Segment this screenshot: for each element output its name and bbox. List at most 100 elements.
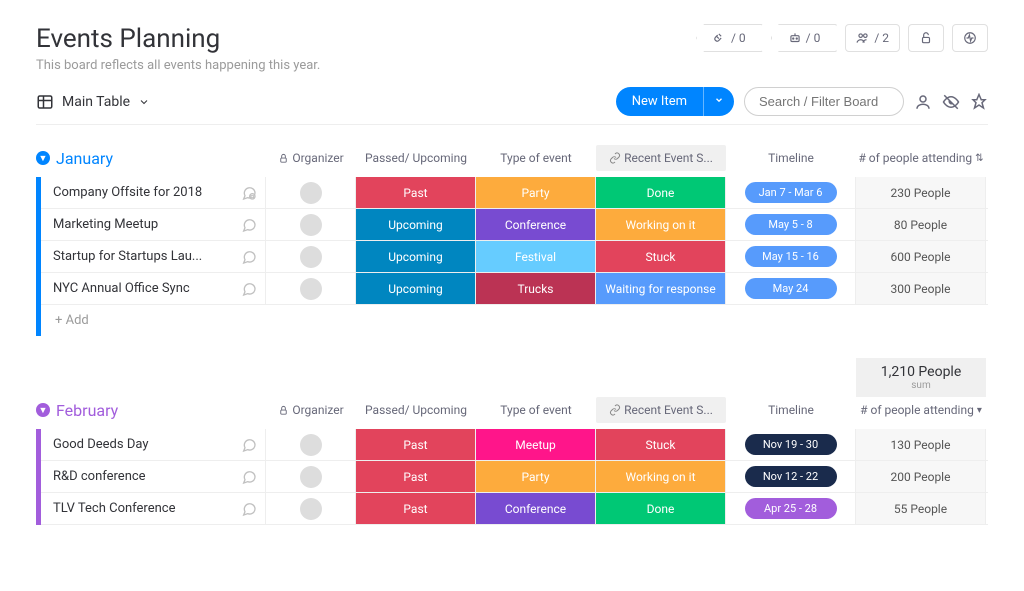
timeline-cell[interactable]: May 24 bbox=[726, 273, 856, 304]
type-cell[interactable]: Party bbox=[476, 461, 596, 492]
integration-chip-2[interactable]: / 0 bbox=[771, 24, 838, 52]
status-cell[interactable]: Stuck bbox=[596, 429, 726, 460]
plug-icon bbox=[713, 31, 727, 45]
passed-cell[interactable]: Past bbox=[356, 177, 476, 208]
conversation-button[interactable] bbox=[241, 469, 257, 485]
col-passed[interactable]: Passed/ Upcoming bbox=[356, 397, 476, 423]
sort-icon[interactable]: ▾ bbox=[977, 405, 982, 416]
status-cell[interactable]: Done bbox=[596, 177, 726, 208]
new-item-caret[interactable] bbox=[703, 87, 734, 116]
organizer-cell[interactable] bbox=[266, 429, 356, 460]
activity-chip[interactable] bbox=[952, 24, 988, 52]
organizer-cell[interactable] bbox=[266, 273, 356, 304]
group-name: January bbox=[56, 149, 113, 168]
people-cell[interactable]: 200 People bbox=[856, 461, 986, 492]
type-cell[interactable]: Trucks bbox=[476, 273, 596, 304]
people-cell[interactable]: 80 People bbox=[856, 209, 986, 240]
person-filter[interactable] bbox=[914, 93, 932, 111]
conversation-button[interactable] bbox=[241, 185, 257, 201]
table-row[interactable]: TLV Tech Conference Past Conference Done… bbox=[41, 493, 988, 525]
passed-cell[interactable]: Upcoming bbox=[356, 273, 476, 304]
conversation-button[interactable] bbox=[241, 437, 257, 453]
group-toggle[interactable]: ▼ January bbox=[36, 149, 266, 168]
status-cell[interactable]: Working on it bbox=[596, 209, 726, 240]
integration-chip-1[interactable]: / 0 bbox=[696, 24, 763, 52]
view-selector[interactable]: Main Table bbox=[36, 93, 150, 111]
timeline-cell[interactable]: Nov 19 - 30 bbox=[726, 429, 856, 460]
people-sum: 1,210 Peoplesum bbox=[856, 358, 986, 397]
members-chip[interactable]: / 2 bbox=[845, 24, 900, 52]
col-timeline[interactable]: Timeline bbox=[726, 145, 856, 171]
conversation-button[interactable] bbox=[241, 249, 257, 265]
item-name-cell[interactable]: Startup for Startups Lau... bbox=[41, 241, 266, 272]
col-type[interactable]: Type of event bbox=[476, 145, 596, 171]
organizer-cell[interactable] bbox=[266, 493, 356, 524]
people-cell[interactable]: 55 People bbox=[856, 493, 986, 524]
passed-cell[interactable]: Past bbox=[356, 493, 476, 524]
table-row[interactable]: NYC Annual Office Sync Upcoming Trucks W… bbox=[41, 273, 988, 305]
passed-cell[interactable]: Past bbox=[356, 461, 476, 492]
conversation-button[interactable] bbox=[241, 501, 257, 517]
item-name-cell[interactable]: Marketing Meetup bbox=[41, 209, 266, 240]
status-cell[interactable]: Done bbox=[596, 493, 726, 524]
table-row[interactable]: Good Deeds Day Past Meetup Stuck Nov 19 … bbox=[41, 429, 988, 461]
passed-cell[interactable]: Upcoming bbox=[356, 241, 476, 272]
type-cell[interactable]: Conference bbox=[476, 209, 596, 240]
people-cell[interactable]: 230 People bbox=[856, 177, 986, 208]
col-organizer[interactable]: Organizer bbox=[266, 145, 356, 171]
type-cell[interactable]: Festival bbox=[476, 241, 596, 272]
add-item-button[interactable]: + Add bbox=[41, 305, 988, 336]
table-row[interactable]: Company Offsite for 2018 Past Party Done… bbox=[41, 177, 988, 209]
lock-chip[interactable] bbox=[908, 24, 944, 52]
organizer-cell[interactable] bbox=[266, 209, 356, 240]
chat-icon bbox=[241, 281, 257, 297]
group-toggle[interactable]: ▼ February bbox=[36, 401, 266, 420]
item-name-cell[interactable]: Company Offsite for 2018 bbox=[41, 177, 266, 208]
timeline-cell[interactable]: May 5 - 8 bbox=[726, 209, 856, 240]
people-cell[interactable]: 600 People bbox=[856, 241, 986, 272]
item-name-cell[interactable]: NYC Annual Office Sync bbox=[41, 273, 266, 304]
people-cell[interactable]: 130 People bbox=[856, 429, 986, 460]
item-name: R&D conference bbox=[53, 469, 146, 484]
col-recent-status[interactable]: Recent Event S... bbox=[596, 397, 726, 423]
passed-cell[interactable]: Past bbox=[356, 429, 476, 460]
type-cell[interactable]: Meetup bbox=[476, 429, 596, 460]
organizer-cell[interactable] bbox=[266, 241, 356, 272]
new-item-button[interactable]: New Item bbox=[616, 87, 734, 116]
timeline-cell[interactable]: Nov 12 - 22 bbox=[726, 461, 856, 492]
organizer-cell[interactable] bbox=[266, 177, 356, 208]
table-row[interactable]: Startup for Startups Lau... Upcoming Fes… bbox=[41, 241, 988, 273]
status-cell[interactable]: Working on it bbox=[596, 461, 726, 492]
pin-button[interactable] bbox=[970, 93, 988, 111]
conversation-button[interactable] bbox=[241, 281, 257, 297]
item-name-cell[interactable]: Good Deeds Day bbox=[41, 429, 266, 460]
type-cell[interactable]: Party bbox=[476, 177, 596, 208]
col-recent-status[interactable]: Recent Event S... bbox=[596, 145, 726, 171]
item-name-cell[interactable]: R&D conference bbox=[41, 461, 266, 492]
people-cell[interactable]: 300 People bbox=[856, 273, 986, 304]
type-cell[interactable]: Conference bbox=[476, 493, 596, 524]
timeline-cell[interactable]: Jan 7 - Mar 6 bbox=[726, 177, 856, 208]
chip-text: / 0 bbox=[731, 31, 746, 45]
group-rows: Company Offsite for 2018 Past Party Done… bbox=[36, 177, 988, 336]
col-passed[interactable]: Passed/ Upcoming bbox=[356, 145, 476, 171]
item-name-cell[interactable]: TLV Tech Conference bbox=[41, 493, 266, 524]
avatar bbox=[300, 498, 322, 520]
status-cell[interactable]: Waiting for response bbox=[596, 273, 726, 304]
col-organizer[interactable]: Organizer bbox=[266, 397, 356, 423]
status-cell[interactable]: Stuck bbox=[596, 241, 726, 272]
avatar bbox=[300, 434, 322, 456]
table-row[interactable]: Marketing Meetup Upcoming Conference Wor… bbox=[41, 209, 988, 241]
hide-columns[interactable] bbox=[942, 93, 960, 111]
search-input[interactable] bbox=[744, 87, 904, 116]
col-timeline[interactable]: Timeline bbox=[726, 397, 856, 423]
timeline-cell[interactable]: May 15 - 16 bbox=[726, 241, 856, 272]
col-type[interactable]: Type of event bbox=[476, 397, 596, 423]
col-people[interactable]: # of people attending⇅ bbox=[856, 145, 986, 171]
organizer-cell[interactable] bbox=[266, 461, 356, 492]
passed-cell[interactable]: Upcoming bbox=[356, 209, 476, 240]
col-people[interactable]: # of people attending▾ bbox=[856, 397, 986, 423]
table-row[interactable]: R&D conference Past Party Working on it … bbox=[41, 461, 988, 493]
timeline-cell[interactable]: Apr 25 - 28 bbox=[726, 493, 856, 524]
conversation-button[interactable] bbox=[241, 217, 257, 233]
